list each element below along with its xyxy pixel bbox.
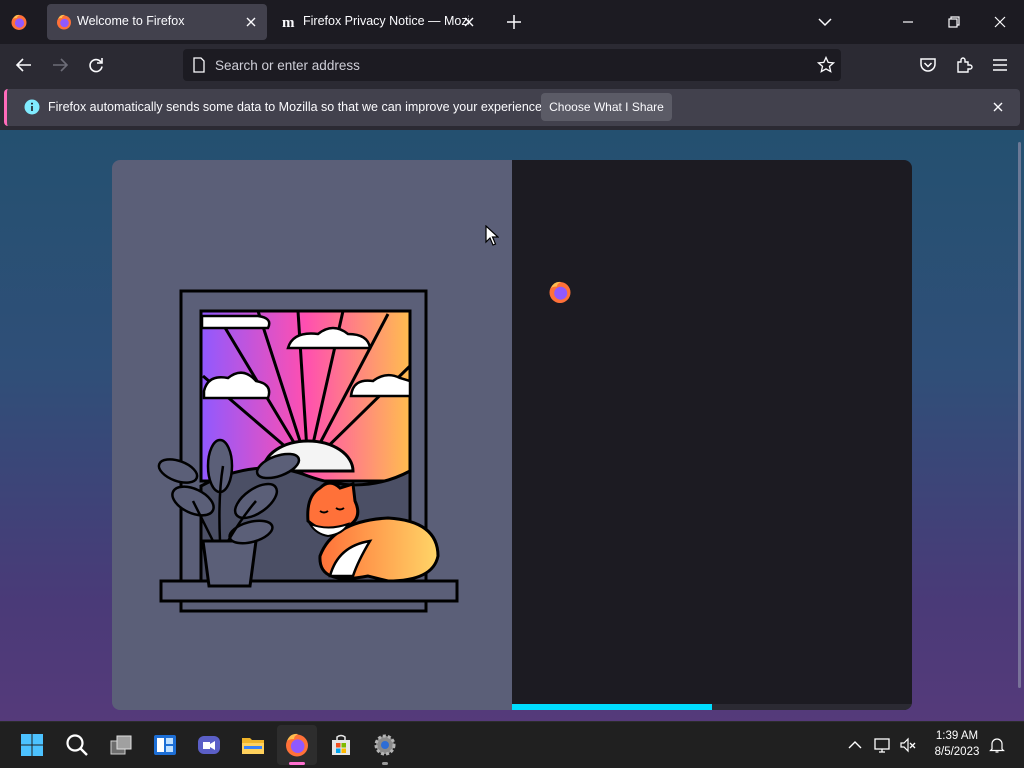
hamburger-menu-icon[interactable] <box>990 55 1010 75</box>
system-clock[interactable]: 1:39 AM 8/5/2023 <box>928 728 986 760</box>
svg-text:m: m <box>282 15 295 30</box>
extensions-puzzle-icon[interactable] <box>954 55 974 75</box>
file-explorer-icon[interactable] <box>240 732 266 758</box>
clock-time: 1:39 AM <box>935 730 979 742</box>
firefox-icon[interactable] <box>284 732 310 758</box>
bookmark-star-icon[interactable] <box>817 56 835 74</box>
tab-welcome[interactable]: Welcome to Firefox <box>47 4 267 40</box>
back-arrow-icon[interactable] <box>14 55 34 75</box>
windows-taskbar: 1:39 AM 8/5/2023 <box>0 721 1024 768</box>
tab-title: Welcome to Firefox <box>77 14 185 28</box>
illustration-panel <box>112 160 512 710</box>
settings-running-indicator <box>382 762 388 765</box>
volume-muted-icon[interactable] <box>899 736 917 754</box>
firefox-logo-icon <box>549 281 571 303</box>
clock-date: 8/5/2023 <box>934 746 980 758</box>
close-tab-icon[interactable] <box>245 16 257 28</box>
widgets-icon[interactable] <box>152 732 178 758</box>
minimize-icon[interactable] <box>898 12 918 32</box>
teams-chat-icon[interactable] <box>196 732 222 758</box>
tab-privacy-notice[interactable]: m Firefox Privacy Notice — Mozilla <box>273 4 485 40</box>
mouse-cursor-icon <box>485 225 499 246</box>
forward-arrow-icon[interactable] <box>50 55 70 75</box>
settings-icon[interactable] <box>372 732 398 758</box>
fox-window-illustration <box>157 289 459 613</box>
chevron-down-icon[interactable] <box>817 14 833 30</box>
info-icon <box>24 99 40 115</box>
microsoft-store-icon[interactable] <box>328 732 354 758</box>
close-window-icon[interactable] <box>990 12 1010 32</box>
firefox-icon <box>57 14 71 30</box>
pocket-icon[interactable] <box>918 55 938 75</box>
new-tab-icon[interactable] <box>505 13 523 31</box>
notification-message: Firefox automatically sends some data to… <box>48 100 546 114</box>
firefox-running-indicator <box>289 762 305 765</box>
content-panel <box>512 160 912 710</box>
network-icon[interactable] <box>873 736 891 754</box>
firefox-view-icon[interactable] <box>10 13 28 31</box>
start-icon[interactable] <box>19 732 45 758</box>
tab-title: Firefox Privacy Notice — Mozilla <box>303 14 469 28</box>
reload-icon[interactable] <box>86 55 106 75</box>
page-scrollbar[interactable] <box>1018 142 1021 688</box>
mozilla-m-icon: m <box>282 15 295 30</box>
navigation-toolbar <box>0 44 1024 86</box>
address-bar[interactable] <box>183 49 841 81</box>
notification-bell-icon[interactable] <box>988 736 1006 754</box>
close-tab-icon[interactable] <box>463 16 475 28</box>
search-icon[interactable] <box>64 732 90 758</box>
notification-box: Firefox automatically sends some data to… <box>4 89 1020 126</box>
close-notification-icon[interactable] <box>992 101 1004 113</box>
tab-strip: Welcome to Firefox m Firefox Privacy Not… <box>0 0 1024 44</box>
restore-icon[interactable] <box>944 12 964 32</box>
onboarding-progress-bar <box>512 704 912 710</box>
onboarding-progress-fill <box>512 704 712 710</box>
choose-what-i-share-button[interactable]: Choose What I Share <box>541 93 672 121</box>
chevron-up-icon[interactable] <box>846 736 864 754</box>
page-content <box>0 130 1024 721</box>
page-icon <box>193 57 205 73</box>
task-view-icon[interactable] <box>108 732 134 758</box>
url-input[interactable] <box>215 53 805 77</box>
notification-bar: Firefox automatically sends some data to… <box>0 86 1024 130</box>
onboarding-card <box>112 160 912 710</box>
screen: Welcome to Firefox m Firefox Privacy Not… <box>0 0 1024 768</box>
